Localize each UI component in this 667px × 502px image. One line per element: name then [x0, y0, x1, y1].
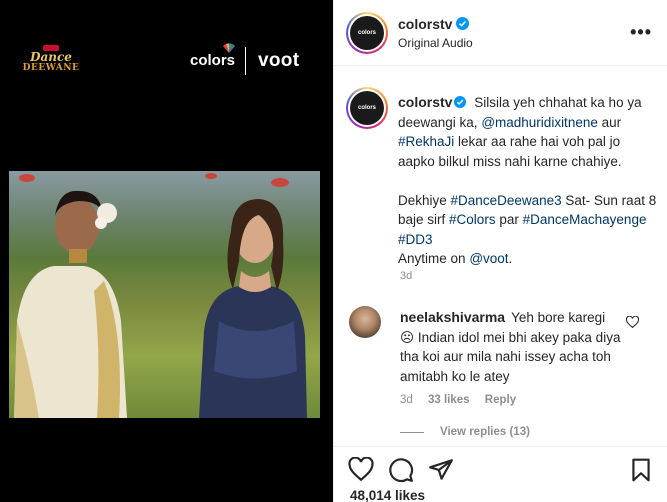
video-frame[interactable] [9, 171, 320, 418]
show-logo: Dance DEEWANE [22, 45, 80, 74]
audio-label[interactable]: Original Audio [398, 36, 473, 50]
mention-madhuri[interactable]: @madhuridixitnene [481, 115, 598, 130]
mention-voot[interactable]: @voot [469, 251, 508, 266]
caption-par: par [499, 212, 519, 227]
author-avatar-logo: colors [357, 30, 376, 36]
show-logo-line1: Dance [30, 50, 72, 64]
colors-fan-icon [223, 43, 235, 53]
author-avatar[interactable]: colors [346, 12, 388, 54]
hashtag-colors[interactable]: #Colors [449, 212, 496, 227]
view-replies-label[interactable]: View replies (13) [440, 426, 530, 438]
comment-meta: 3d 33 likes Reply [400, 394, 528, 406]
hashtag-rekhaji[interactable]: #RekhaJi [398, 134, 454, 149]
colors-logo: colors [190, 52, 236, 69]
share-paper-plane-icon[interactable] [428, 457, 454, 483]
comment-bubble-icon[interactable] [388, 457, 414, 483]
comment-like-heart-icon[interactable] [626, 316, 639, 328]
hashtag-dancemachayenge[interactable]: #DanceMachayenge [523, 212, 647, 227]
author-username-text[interactable]: colorstv [398, 16, 452, 32]
show-logo-line2: DEEWANE [22, 63, 80, 73]
caption-avatar[interactable]: colors [346, 87, 388, 129]
commenter-username[interactable]: neelakshivarma [400, 309, 505, 325]
post-details-panel: colors colorstv Original Audio ••• color… [333, 0, 667, 502]
more-options-icon[interactable]: ••• [630, 22, 652, 43]
caption-dekhiye: Dekhiye [398, 192, 447, 208]
post-header: colors colorstv Original Audio ••• [334, 0, 667, 66]
voot-logo: voot [258, 50, 300, 71]
hashtag-dancedeewane3[interactable]: #DanceDeewane3 [451, 193, 562, 208]
hashtag-dd3[interactable]: #DD3 [398, 232, 433, 247]
comment-text-block: neelakshivarma Yeh bore karegi ☹ Indian i… [400, 308, 622, 386]
replies-divider [400, 431, 424, 433]
author-username[interactable]: colorstv [398, 16, 470, 32]
caption-anytime: Anytime on [398, 251, 466, 266]
performers-image [14, 190, 307, 418]
reply-button[interactable]: Reply [485, 394, 516, 406]
broadcaster-logos: colors voot [190, 43, 300, 75]
like-heart-icon[interactable] [348, 457, 374, 483]
caption-avatar-logo: colors [357, 105, 376, 111]
caption-end: . [508, 251, 513, 266]
post-media[interactable]: Dance DEEWANE colors voot [0, 0, 333, 502]
caption-time[interactable]: 3d [400, 270, 412, 282]
caption-text: colorstv Silsila yeh chhahat ka ho ya de… [398, 93, 658, 269]
verified-badge-icon [456, 17, 470, 30]
comment-time[interactable]: 3d [400, 394, 413, 406]
logo-divider [245, 47, 247, 75]
comment-likes[interactable]: 33 likes [428, 394, 470, 406]
save-bookmark-icon[interactable] [628, 457, 654, 483]
caption-verified-icon [454, 96, 467, 108]
commenter-avatar[interactable] [349, 306, 381, 338]
view-replies-button[interactable]: View replies (13) [400, 426, 530, 438]
caption-username[interactable]: colorstv [398, 94, 452, 110]
caption-and: aur [601, 114, 622, 130]
likes-count[interactable]: 48,014 likes [350, 488, 425, 502]
